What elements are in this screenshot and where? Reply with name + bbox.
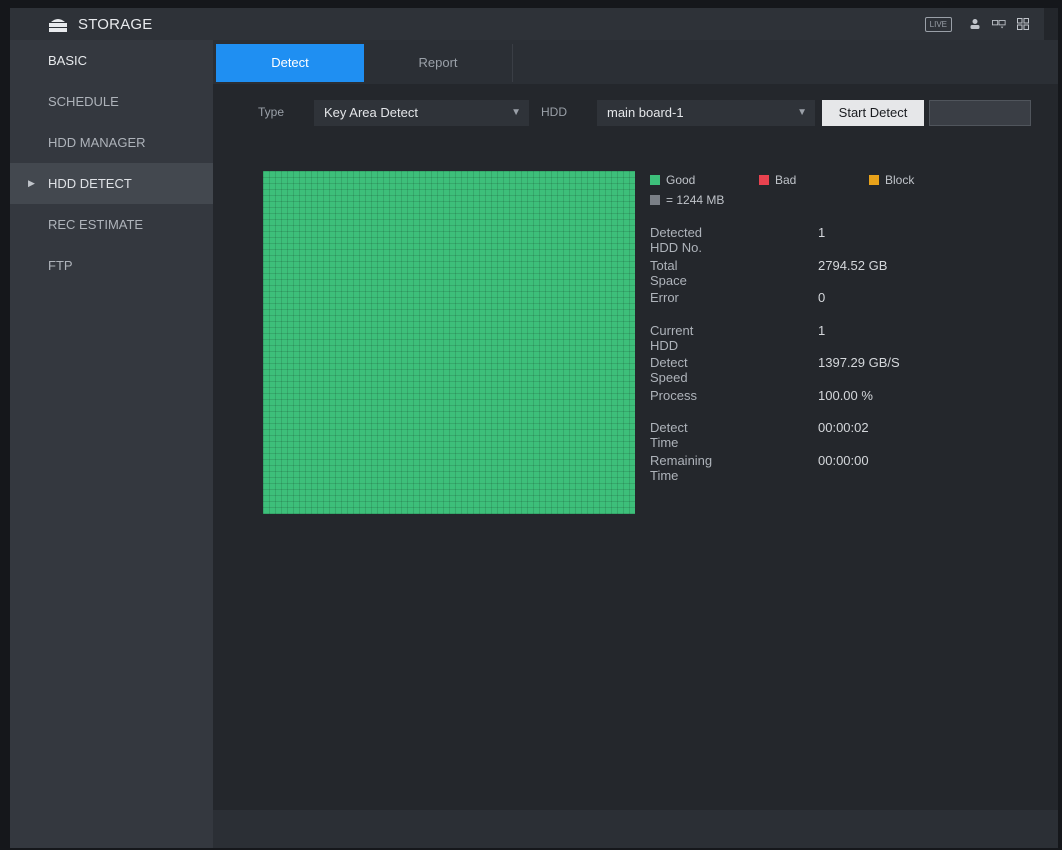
sidebar-item-label: HDD MANAGER bbox=[48, 135, 146, 150]
top-bar-edge bbox=[1044, 8, 1058, 40]
info-value: 100.00 % bbox=[818, 387, 873, 403]
info-label: Remaining Time bbox=[650, 452, 713, 483]
info-label: Process bbox=[650, 387, 697, 403]
sidebar-item-label: HDD DETECT bbox=[48, 176, 132, 191]
grid-icon[interactable] bbox=[1016, 17, 1030, 31]
chevron-down-icon: ▼ bbox=[797, 107, 807, 118]
live-badge[interactable]: LIVE bbox=[924, 16, 952, 32]
info-label: Error bbox=[650, 290, 679, 305]
sidebar-item-label: BASIC bbox=[48, 53, 88, 68]
hdd-select[interactable]: main board-1 ▼ bbox=[597, 100, 815, 126]
info-label: Detect Speed bbox=[650, 355, 688, 385]
sidebar-item-schedule[interactable]: SCHEDULE bbox=[10, 81, 213, 122]
sidebar-item-hdd-detect[interactable]: ▶ HDD DETECT bbox=[10, 163, 213, 204]
page-title: STORAGE bbox=[78, 15, 153, 33]
storage-icon bbox=[49, 19, 67, 32]
sidebar: BASIC SCHEDULE HDD MANAGER ▶ HDD DETECT … bbox=[10, 40, 213, 848]
legend-bad-label: Bad bbox=[775, 173, 797, 187]
dual-screen-icon[interactable] bbox=[992, 17, 1006, 31]
bad-swatch-icon bbox=[759, 175, 769, 185]
legend-scale: = 1244 MB bbox=[650, 193, 724, 207]
sidebar-item-label: FTP bbox=[48, 258, 73, 273]
type-select[interactable]: Key Area Detect ▼ bbox=[314, 100, 529, 126]
type-label: Type bbox=[258, 105, 285, 119]
info-label: Total Space bbox=[650, 257, 687, 288]
top-bar: STORAGE LIVE bbox=[10, 8, 1058, 40]
top-controls: LIVE bbox=[924, 8, 1030, 40]
info-value: 00:00:00 bbox=[818, 452, 869, 468]
scale-swatch-icon bbox=[650, 195, 660, 205]
start-detect-button[interactable]: Start Detect bbox=[822, 100, 924, 126]
info-value: 2794.52 GB bbox=[818, 257, 888, 273]
hdd-label: HDD bbox=[541, 105, 567, 119]
hdd-block-grid bbox=[263, 171, 635, 514]
sidebar-item-rec-estimate[interactable]: REC ESTIMATE bbox=[10, 204, 213, 245]
sidebar-item-label: SCHEDULE bbox=[48, 94, 119, 109]
legend-good: Good bbox=[650, 173, 695, 187]
type-select-value: Key Area Detect bbox=[324, 105, 418, 120]
good-swatch-icon bbox=[650, 175, 660, 185]
info-value: 1 bbox=[818, 225, 826, 240]
info-label: Detect Time bbox=[650, 420, 688, 450]
sidebar-item-hdd-manager[interactable]: HDD MANAGER bbox=[10, 122, 213, 163]
title-area: STORAGE bbox=[48, 8, 152, 40]
info-value: 1 bbox=[818, 322, 826, 338]
info-label: Detected HDD No. bbox=[650, 225, 703, 255]
legend-bad: Bad bbox=[759, 173, 796, 187]
user-icon[interactable] bbox=[968, 17, 982, 31]
info-value: 00:00:02 bbox=[818, 420, 869, 435]
hdd-select-value: main board-1 bbox=[607, 105, 684, 120]
stop-detect-button[interactable] bbox=[929, 100, 1031, 126]
legend: Good Bad Block = 1244 MB bbox=[650, 173, 1050, 213]
footer-bar bbox=[213, 810, 1058, 848]
block-swatch-icon bbox=[869, 175, 879, 185]
info-value: 0 bbox=[818, 290, 826, 305]
main-panel: Detect Report Type Key Area Detect ▼ HDD… bbox=[213, 40, 1058, 810]
sidebar-item-ftp[interactable]: FTP bbox=[10, 245, 213, 286]
tab-report[interactable]: Report bbox=[364, 44, 513, 82]
sidebar-item-label: REC ESTIMATE bbox=[48, 217, 144, 232]
app-window: STORAGE LIVE BASIC SCHEDULE HDD MANAGER … bbox=[0, 0, 1062, 850]
active-arrow-icon: ▶ bbox=[28, 178, 35, 188]
legend-scale-label: = 1244 MB bbox=[666, 193, 725, 207]
filter-row: Type Key Area Detect ▼ HDD main board-1 … bbox=[213, 96, 1058, 130]
chevron-down-icon: ▼ bbox=[511, 107, 521, 118]
legend-good-label: Good bbox=[666, 173, 696, 187]
tab-bar: Detect Report bbox=[213, 40, 1058, 84]
sidebar-item-basic[interactable]: BASIC bbox=[10, 40, 213, 81]
tab-detect[interactable]: Detect bbox=[216, 44, 364, 82]
info-value: 1397.29 GB/S bbox=[818, 355, 900, 370]
legend-block-label: Block bbox=[885, 173, 915, 187]
legend-block: Block bbox=[869, 173, 914, 187]
info-label: Current HDD bbox=[650, 322, 694, 353]
